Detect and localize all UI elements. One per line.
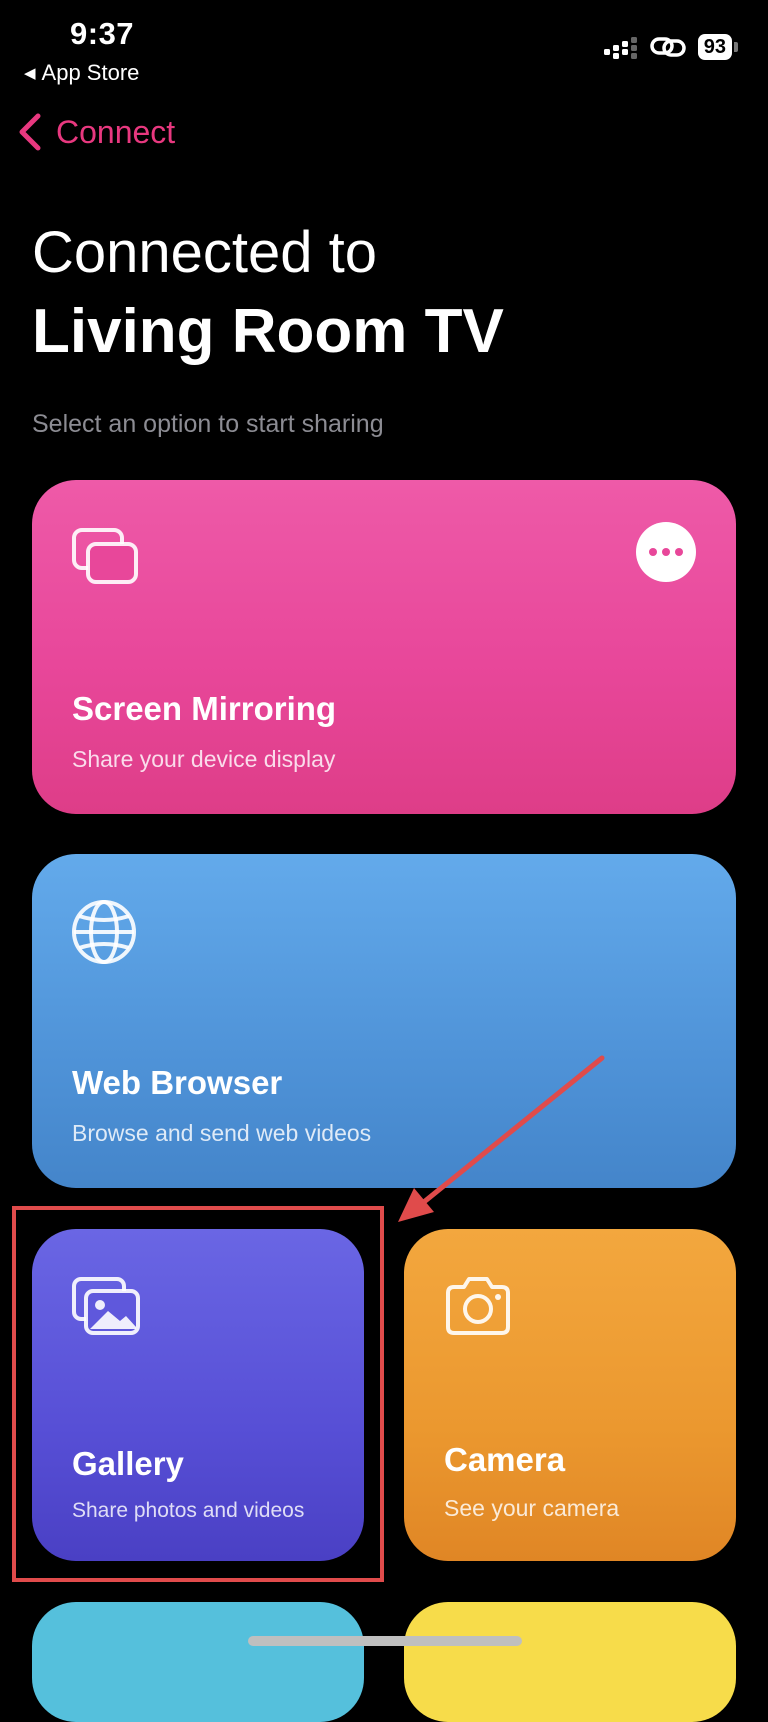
camera-icon (446, 1277, 510, 1335)
nav-back-label: Connect (56, 113, 176, 150)
chevron-left-icon (19, 113, 41, 151)
card-title: Camera (444, 1441, 566, 1478)
more-dot-icon (649, 548, 657, 556)
globe-icon (72, 900, 136, 964)
page-subtitle: Select an option to start sharing (32, 410, 384, 438)
status-icons: 93 (603, 34, 738, 60)
link-icon (650, 37, 686, 57)
battery-nub (734, 42, 738, 52)
card-subtitle: Browse and send web videos (72, 1120, 372, 1146)
card-title: Screen Mirroring (72, 690, 337, 727)
more-dot-icon (662, 548, 670, 556)
card-subtitle: Share your device display (72, 746, 336, 772)
web-browser-card[interactable]: Web Browser Browse and send web videos (32, 854, 736, 1188)
screens-icon (72, 528, 138, 584)
yellow-option-card[interactable] (404, 1602, 736, 1722)
screen-mirroring-card[interactable]: Screen Mirroring Share your device displ… (32, 480, 736, 814)
status-time: 9:37 (70, 16, 135, 51)
page-title-device: Living Room TV (32, 297, 504, 366)
card-title: Web Browser (72, 1064, 283, 1101)
nav-back-button[interactable]: Connect (16, 112, 175, 152)
camera-card[interactable]: Camera See your camera (404, 1229, 736, 1561)
back-app-label: App Store (41, 60, 140, 85)
battery-level: 93 (697, 34, 732, 60)
highlight-box (12, 1206, 384, 1582)
cellular-signal-icon (603, 37, 637, 59)
card-subtitle: See your camera (444, 1495, 620, 1521)
page-title-line1: Connected to (32, 220, 378, 285)
annotation-arrow-icon (398, 1055, 605, 1222)
teal-option-card[interactable] (32, 1602, 364, 1722)
battery-indicator: 93 (697, 34, 738, 60)
more-options-button[interactable] (636, 522, 696, 582)
more-dot-icon (675, 548, 683, 556)
back-to-app-store[interactable]: ◀ App Store (24, 60, 139, 86)
home-indicator[interactable] (248, 1636, 522, 1646)
back-triangle-icon: ◀ (24, 65, 36, 82)
